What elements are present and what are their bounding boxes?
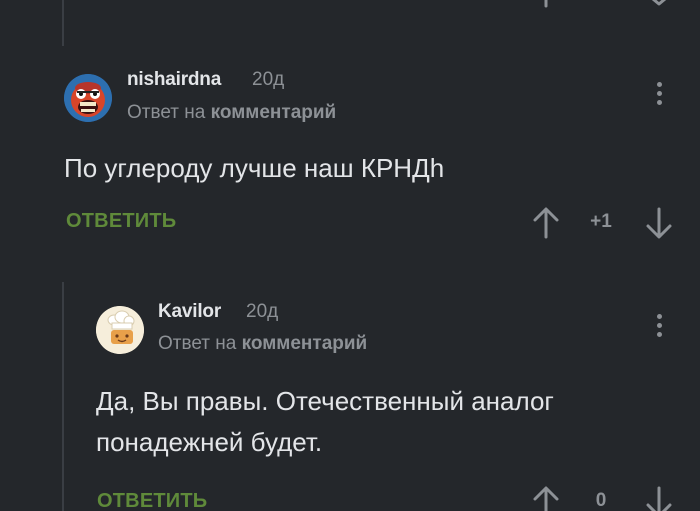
comment-text-line: Да, Вы правы. Отечественный аналог xyxy=(96,386,554,416)
reply-button[interactable]: ОТВЕТИТЬ xyxy=(97,490,207,511)
upvote-icon[interactable] xyxy=(532,0,560,8)
thread-line xyxy=(62,282,64,511)
rating-value: +1 xyxy=(590,211,612,232)
upvote-icon[interactable] xyxy=(532,206,560,240)
comment-thread: nishairdna 20д Ответ на комментарий По у… xyxy=(0,0,700,511)
reply-reference[interactable]: Ответ на комментарий xyxy=(127,102,336,124)
comment-text-line: понадежней будет. xyxy=(96,427,323,457)
cook-avatar-icon xyxy=(96,306,144,354)
monster-avatar-icon xyxy=(64,74,112,122)
downvote-icon[interactable] xyxy=(642,0,676,10)
more-menu-icon[interactable] xyxy=(655,82,663,112)
comment-text: Да, Вы правы. Отечественный аналог понад… xyxy=(96,381,554,463)
timestamp: 20д xyxy=(246,301,279,322)
reply-prefix: Ответ на xyxy=(158,333,237,354)
downvote-icon[interactable] xyxy=(645,485,673,511)
avatar[interactable] xyxy=(64,74,112,122)
rating-value: 0 xyxy=(595,490,607,511)
reply-reference[interactable]: Ответ на комментарий xyxy=(158,333,367,355)
upvote-icon[interactable] xyxy=(532,485,560,511)
username[interactable]: Kavilor xyxy=(158,301,221,323)
more-menu-icon[interactable] xyxy=(655,314,663,344)
downvote-icon[interactable] xyxy=(645,206,673,240)
thread-line xyxy=(62,0,64,46)
avatar[interactable] xyxy=(96,306,144,354)
reply-target-link[interactable]: комментарий xyxy=(211,102,337,123)
comment-text: По углероду лучше наш КРНДh xyxy=(64,153,445,183)
reply-prefix: Ответ на xyxy=(127,102,206,123)
reply-target-link[interactable]: комментарий xyxy=(242,333,368,354)
timestamp: 20д xyxy=(252,69,285,90)
username[interactable]: nishairdna xyxy=(127,69,221,91)
reply-button[interactable]: ОТВЕТИТЬ xyxy=(66,210,176,233)
